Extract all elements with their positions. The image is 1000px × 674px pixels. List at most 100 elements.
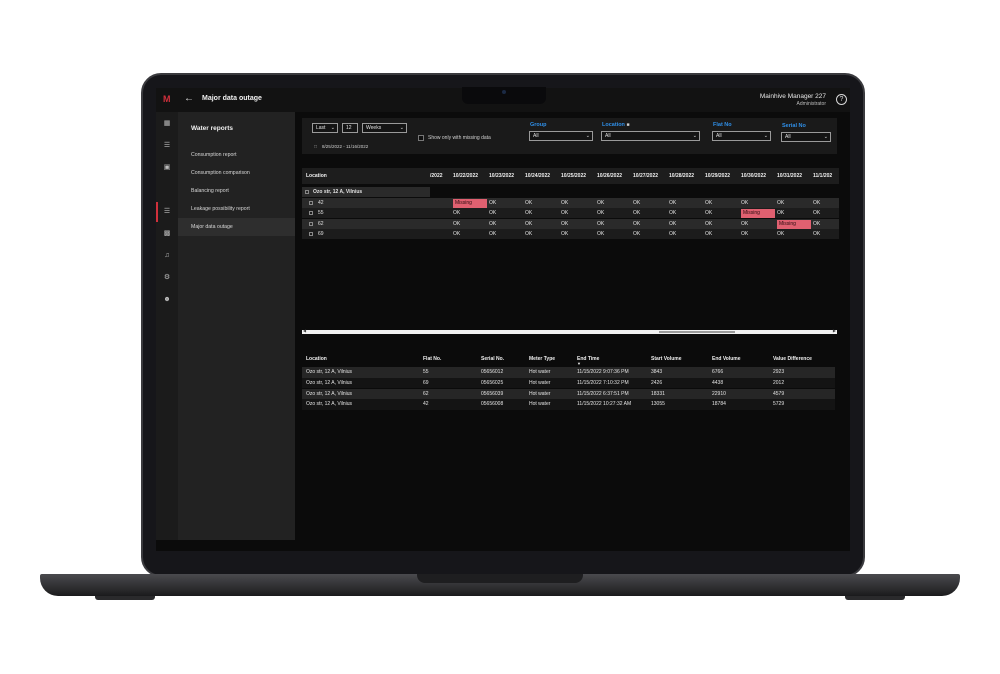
sidebar-item-balancing-report[interactable]: Balancing report [178, 182, 295, 200]
status-ok-cell[interactable]: OK [453, 230, 460, 239]
status-ok-cell[interactable]: OK [669, 209, 676, 218]
status-ok-cell[interactable]: OK [777, 209, 784, 218]
range-unit-select[interactable]: Weeks ⌄ [362, 123, 407, 133]
expand-icon[interactable] [309, 200, 313, 205]
dashboard-icon[interactable]: ▦ [163, 120, 171, 128]
user-name[interactable]: Mainhive Manager 227 [760, 93, 826, 100]
status-ok-cell[interactable]: OK [597, 220, 604, 229]
matrix-row[interactable]: 42 Missing OK OK OK OK OK OK OK OK OK OK [302, 197, 839, 208]
sort-desc-icon[interactable]: ▼ [577, 362, 599, 366]
list-icon[interactable]: ☰ [163, 142, 171, 150]
expand-icon[interactable] [309, 211, 313, 215]
status-ok-cell[interactable]: OK [525, 199, 532, 208]
serial-no-filter-select[interactable]: All ⌄ [781, 132, 831, 142]
scroll-right-icon[interactable]: ▶ [833, 328, 836, 333]
status-ok-cell[interactable]: OK [453, 220, 460, 229]
status-ok-cell[interactable]: OK [489, 209, 496, 218]
matrix-row[interactable]: 55 OK OK OK OK OK OK OK OK Missing OK OK [302, 208, 839, 219]
status-ok-cell[interactable]: OK [597, 199, 604, 208]
col-location[interactable]: Location [306, 356, 327, 362]
col-meter-type[interactable]: Meter Type [529, 356, 555, 362]
sidebar-item-consumption-comparison[interactable]: Consumption comparison [178, 164, 295, 182]
status-missing-cell[interactable]: Missing [453, 198, 487, 208]
group-filter-label: Group [530, 122, 547, 128]
status-ok-cell[interactable]: OK [489, 220, 496, 229]
settings-icon[interactable]: ⚙ [163, 274, 171, 282]
matrix-group-label: Ozo str, 12 A, Vilnius [313, 189, 363, 195]
sidebar-item-major-data-outage[interactable]: Major data outage [178, 218, 295, 236]
status-missing-cell[interactable]: Missing [777, 219, 811, 229]
status-ok-cell[interactable]: OK [669, 230, 676, 239]
status-ok-cell[interactable]: OK [741, 199, 748, 208]
status-ok-cell[interactable]: OK [741, 220, 748, 229]
laptop-foot [95, 596, 155, 600]
range-mode-select[interactable]: Last ⌄ [312, 123, 338, 133]
status-ok-cell[interactable]: OK [705, 220, 712, 229]
status-ok-cell[interactable]: OK [813, 199, 820, 208]
status-ok-cell[interactable]: OK [705, 199, 712, 208]
status-ok-cell[interactable]: OK [669, 220, 676, 229]
expand-icon[interactable] [309, 232, 313, 236]
sidebar-item-leakage-report[interactable]: Leakage possibility report [178, 200, 295, 218]
range-count-input[interactable]: 12 [342, 123, 358, 133]
col-flat-no[interactable]: Flat No. [423, 356, 441, 362]
status-missing-cell[interactable]: Missing [741, 209, 775, 218]
col-value-difference[interactable]: Value Difference [773, 356, 812, 362]
reports-icon[interactable]: ☰ [163, 208, 171, 216]
status-ok-cell[interactable]: OK [561, 220, 568, 229]
bell-icon[interactable]: ♫ [163, 252, 171, 260]
matrix-row[interactable]: 62 OK OK OK OK OK OK OK OK OK Missing OK [302, 218, 839, 229]
matrix-horizontal-scrollbar[interactable]: ◀ ▶ [302, 328, 837, 334]
status-ok-cell[interactable]: OK [813, 230, 820, 239]
col-serial-no[interactable]: Serial No. [481, 356, 504, 362]
map-icon[interactable]: ▩ [163, 230, 171, 238]
status-ok-cell[interactable]: OK [777, 199, 784, 208]
status-ok-cell[interactable]: OK [525, 220, 532, 229]
status-ok-cell[interactable]: OK [705, 230, 712, 239]
image-icon[interactable]: ▣ [163, 164, 171, 172]
status-ok-cell[interactable]: OK [561, 199, 568, 208]
status-ok-cell[interactable]: OK [741, 230, 748, 239]
user-icon[interactable]: ☻ [163, 296, 171, 304]
status-ok-cell[interactable]: OK [489, 230, 496, 239]
sidebar-item-consumption-report[interactable]: Consumption report [178, 146, 295, 164]
status-ok-cell[interactable]: OK [669, 199, 676, 208]
table-row[interactable]: Ozo str, 12 A, Vilnius 69 05656025 Hot wate… [302, 377, 835, 389]
status-ok-cell[interactable]: OK [597, 209, 604, 218]
table-row[interactable]: Ozo str, 12 A, Vilnius 55 05656012 Hot wate… [302, 367, 835, 378]
status-ok-cell[interactable]: OK [777, 230, 784, 239]
status-ok-cell[interactable]: OK [633, 230, 640, 239]
status-ok-cell[interactable]: OK [561, 230, 568, 239]
status-ok-cell[interactable]: OK [705, 209, 712, 218]
flat-no-filter-select[interactable]: All ⌄ [712, 131, 771, 141]
scroll-left-icon[interactable]: ◀ [303, 328, 306, 333]
status-ok-cell[interactable]: OK [813, 209, 820, 218]
help-icon[interactable]: ? [836, 94, 847, 105]
scrollbar-thumb[interactable] [659, 331, 735, 333]
status-ok-cell[interactable]: OK [633, 220, 640, 229]
expand-icon[interactable] [309, 221, 313, 226]
status-ok-cell[interactable]: OK [525, 209, 532, 218]
table-row[interactable]: Ozo str, 12 A, Vilnius 62 05656039 Hot wate… [302, 388, 835, 400]
matrix-group-row[interactable]: Ozo str, 12 A, Vilnius [302, 187, 430, 198]
location-filter-select[interactable]: All ⌄ [601, 131, 700, 141]
location-info-icon[interactable]: ■ [626, 122, 629, 128]
status-ok-cell[interactable]: OK [633, 199, 640, 208]
status-ok-cell[interactable]: OK [525, 230, 532, 239]
back-arrow-icon[interactable]: ← [184, 93, 194, 104]
status-ok-cell[interactable]: OK [633, 209, 640, 218]
status-ok-cell[interactable]: OK [489, 199, 496, 208]
status-ok-cell[interactable]: OK [453, 209, 460, 218]
table-row[interactable]: Ozo str, 12 A, Vilnius 42 05656008 Hot wate… [302, 399, 835, 410]
col-end-volume[interactable]: End Volume [712, 356, 741, 362]
col-start-volume[interactable]: Start Volume [651, 356, 681, 362]
status-ok-cell[interactable]: OK [561, 209, 568, 218]
col-end-time[interactable]: End Time ▼ [577, 356, 599, 366]
matrix-row[interactable]: 69 OK OK OK OK OK OK OK OK OK OK OK [302, 229, 839, 240]
status-ok-cell[interactable]: OK [813, 220, 820, 229]
missing-only-checkbox[interactable] [418, 135, 424, 141]
group-filter-select[interactable]: All ⌄ [529, 131, 593, 141]
cell-meter-type: Hot water [529, 401, 551, 408]
status-ok-cell[interactable]: OK [597, 230, 604, 239]
collapse-icon[interactable] [305, 190, 309, 194]
